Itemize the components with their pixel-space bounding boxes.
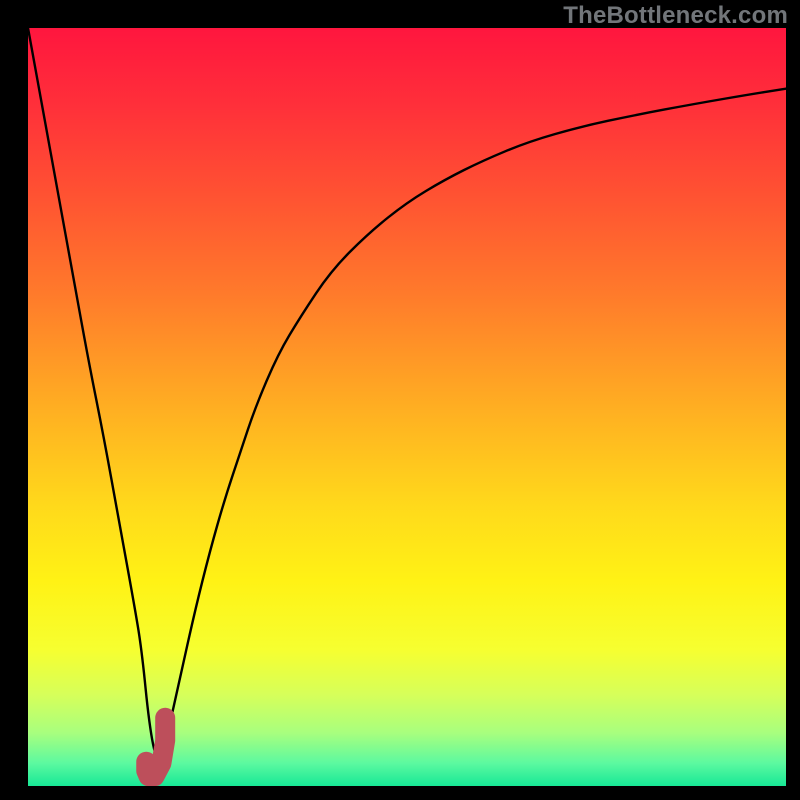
chart-svg [28,28,786,786]
chart-frame: TheBottleneck.com [0,0,800,800]
bottleneck-curve [28,28,786,758]
watermark-text: TheBottleneck.com [563,2,788,30]
plot-area [28,28,786,786]
